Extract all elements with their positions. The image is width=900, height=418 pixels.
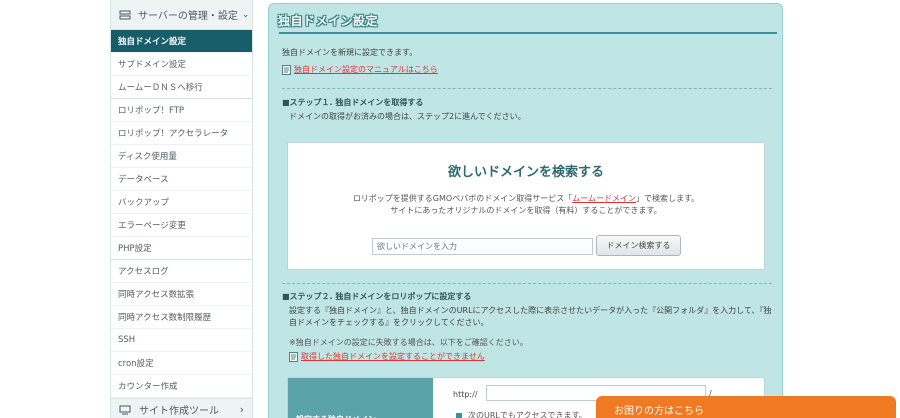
sidebar-item[interactable]: アクセスログ (111, 260, 252, 283)
help-button[interactable]: お困りの方はこちら (596, 396, 896, 418)
sidebar-item[interactable]: 独自ドメイン設定 (111, 30, 252, 53)
sidebar-item[interactable]: SSH (111, 329, 252, 352)
sidebar-footer-label: サイト作成ツール (139, 406, 219, 417)
sidebar-section-label: サーバーの管理・設定 (138, 11, 238, 22)
domain-row-label: 設定する独自ドメイン (288, 378, 433, 418)
main-panel: 独自ドメイン設定 独自ドメインを新規に設定できます。 独自ドメイン設定のマニュア… (268, 3, 783, 418)
url-note-text: 次のURLでもアクセスできます。 (468, 411, 587, 418)
document-icon (282, 64, 291, 75)
chevron-down-icon: ⌄ (241, 9, 250, 20)
manual-link[interactable]: 独自ドメイン設定のマニュアルはこちら (282, 64, 438, 75)
troubleshoot-link-text[interactable]: 取得した独自ドメインを設定することができません (301, 351, 485, 362)
url-note: 次のURLでもアクセスできます。 (456, 410, 587, 418)
sidebar-item[interactable]: ロリポップ！アクセラレータ (111, 122, 252, 145)
sidebar-item[interactable]: サブドメイン設定 (111, 53, 252, 76)
sidebar-section-site-tools[interactable]: サイト作成ツール › (111, 398, 252, 418)
monitor-icon (119, 405, 131, 415)
search-title: 欲しいドメインを検索する (447, 165, 604, 180)
sidebar-item[interactable]: cron設定 (111, 352, 252, 375)
sidebar-section-server-management[interactable]: サーバーの管理・設定 ⌄ (111, 0, 252, 30)
manual-link-text[interactable]: 独自ドメイン設定のマニュアルはこちら (294, 64, 438, 75)
muumuu-domain-link[interactable]: ムームードメイン (572, 194, 636, 203)
step2-desc: 設定する『独自ドメイン』と、独自ドメインのURLにアクセスした際に表示させたいデ… (289, 306, 772, 327)
sidebar-item[interactable]: ディスク使用量 (111, 145, 252, 168)
sidebar-item[interactable]: カウンター作成 (111, 375, 252, 398)
sidebar-item[interactable]: バックアップ (111, 191, 252, 214)
domain-search-input[interactable] (372, 238, 593, 255)
section-divider (282, 88, 772, 89)
step2-title: ■ステップ２. 独自ドメインをロリポップに設定する (282, 292, 472, 301)
search-description: ロリポップを提供するGMOペパボのドメイン取得サービス「ムームードメイン」で検索… (288, 193, 764, 217)
sidebar-item[interactable]: ロリポップ！FTP (111, 99, 252, 122)
sidebar-item[interactable]: 同時アクセス数制限履歴 (111, 306, 252, 329)
section-divider (282, 283, 772, 284)
domain-search-button[interactable]: ドメイン検索する (596, 235, 681, 256)
sidebar-item[interactable]: PHP設定 (111, 237, 252, 260)
chevron-right-icon: › (239, 403, 244, 416)
domain-search-box: 欲しいドメインを検索する ロリポップを提供するGMOペパボのドメイン取得サービス… (287, 142, 765, 270)
sidebar-item[interactable]: データベース (111, 168, 252, 191)
step1-title: ■ステップ１. 独自ドメインを取得する (282, 98, 424, 107)
document-icon (289, 351, 298, 362)
troubleshoot-link[interactable]: 取得した独自ドメインを設定することができません (289, 351, 485, 362)
search-desc-pre: ロリポップを提供するGMOペパボのドメイン取得サービス「 (352, 194, 573, 203)
page-title: 独自ドメイン設定 (278, 14, 379, 28)
search-desc-line2: サイトにあったオリジナルのドメインを取得（有料）することができます。 (390, 206, 662, 215)
step1-desc: ドメインの取得がお済みの場合は、ステップ2に進んでください。 (289, 112, 526, 121)
square-bullet-icon (456, 412, 462, 418)
sidebar-item[interactable]: ムームーＤＮＳへ移行 (111, 76, 252, 99)
intro-text: 独自ドメインを新規に設定できます。 (282, 48, 418, 57)
http-prefix: http:// (453, 390, 478, 399)
sidebar: サーバーの管理・設定 ⌄ 独自ドメイン設定 サブドメイン設定 ムームーＤＮＳへ移行ロ… (110, 0, 253, 418)
sidebar-item[interactable]: 同時アクセス数拡張 (111, 283, 252, 306)
sidebar-item[interactable]: エラーページ変更 (111, 214, 252, 237)
step2-note: ※独自ドメインの設定に失敗する場合は、以下をご確認ください。 (289, 338, 528, 347)
title-divider (279, 32, 777, 34)
server-icon (119, 10, 131, 20)
search-desc-post: 」で検索します。 (635, 194, 700, 203)
